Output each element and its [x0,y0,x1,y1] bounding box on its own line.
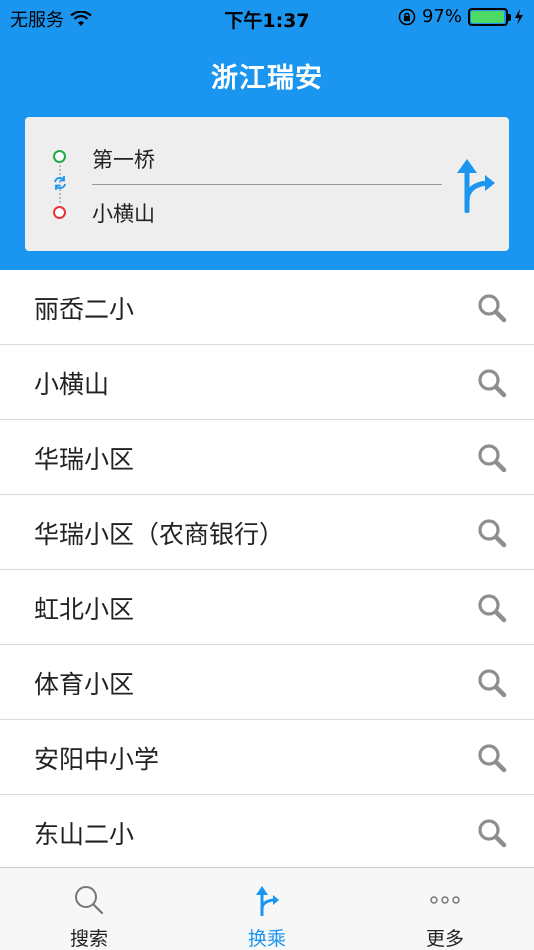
tab-bar: 搜索 换乘 更多 [0,867,534,950]
start-point-icon [53,150,66,163]
stop-label: 华瑞小区（农商银行） [34,520,285,549]
search-icon[interactable] [476,592,508,624]
swap-icon[interactable] [51,174,69,192]
list-item[interactable]: 华瑞小区（农商银行） [0,495,534,570]
rotation-lock-icon [398,8,416,25]
list-item[interactable]: 东山二小 [0,795,534,870]
tab-search[interactable]: 搜索 [0,868,178,950]
route-divider [92,184,442,185]
stop-label: 体育小区 [34,670,135,699]
battery-fill [471,10,504,23]
stop-label: 虹北小区 [34,595,135,624]
end-point-icon [53,206,66,219]
status-right: 97% [398,6,524,27]
route-card: 第一桥 小横山 [25,117,509,251]
route-to-field[interactable]: 小横山 [92,198,155,228]
search-icon[interactable] [476,817,508,849]
page-title: 浙江瑞安 [211,63,323,94]
search-icon[interactable] [476,742,508,774]
list-item[interactable]: 华瑞小区 [0,420,534,495]
search-icon[interactable] [476,292,508,324]
tab-more-label: 更多 [425,928,464,950]
list-item[interactable]: 安阳中小学 [0,720,534,795]
transfer-search-button[interactable] [453,155,497,213]
status-bar: 无服务 下午1:37 97% [0,0,534,36]
tab-search-label: 搜索 [69,928,108,950]
battery-percent: 97% [421,6,462,27]
stop-label: 小横山 [34,370,110,399]
more-icon [430,896,460,904]
stop-label: 东山二小 [34,820,135,849]
search-icon[interactable] [476,667,508,699]
list-item[interactable]: 丽岙二小 [0,270,534,345]
charging-icon [515,8,523,25]
stop-list: 丽岙二小小横山华瑞小区华瑞小区（农商银行） 虹北小区体育小区安阳中小学东山二小 [0,270,534,870]
search-icon[interactable] [476,442,508,474]
tab-more[interactable]: 更多 [356,868,534,950]
stop-label: 华瑞小区 [34,445,135,474]
route-from-field[interactable]: 第一桥 [92,144,155,174]
list-item[interactable]: 体育小区 [0,645,534,720]
list-item[interactable]: 虹北小区 [0,570,534,645]
search-icon[interactable] [476,517,508,549]
tab-transfer[interactable]: 换乘 [178,868,356,950]
tab-transfer-label: 换乘 [247,928,286,950]
search-icon [75,886,104,915]
list-item[interactable]: 小横山 [0,345,534,420]
battery-icon [468,7,511,26]
stop-label: 丽岙二小 [34,295,135,324]
search-icon[interactable] [476,367,508,399]
transfer-icon [256,886,279,916]
stop-label: 安阳中小学 [34,745,160,774]
